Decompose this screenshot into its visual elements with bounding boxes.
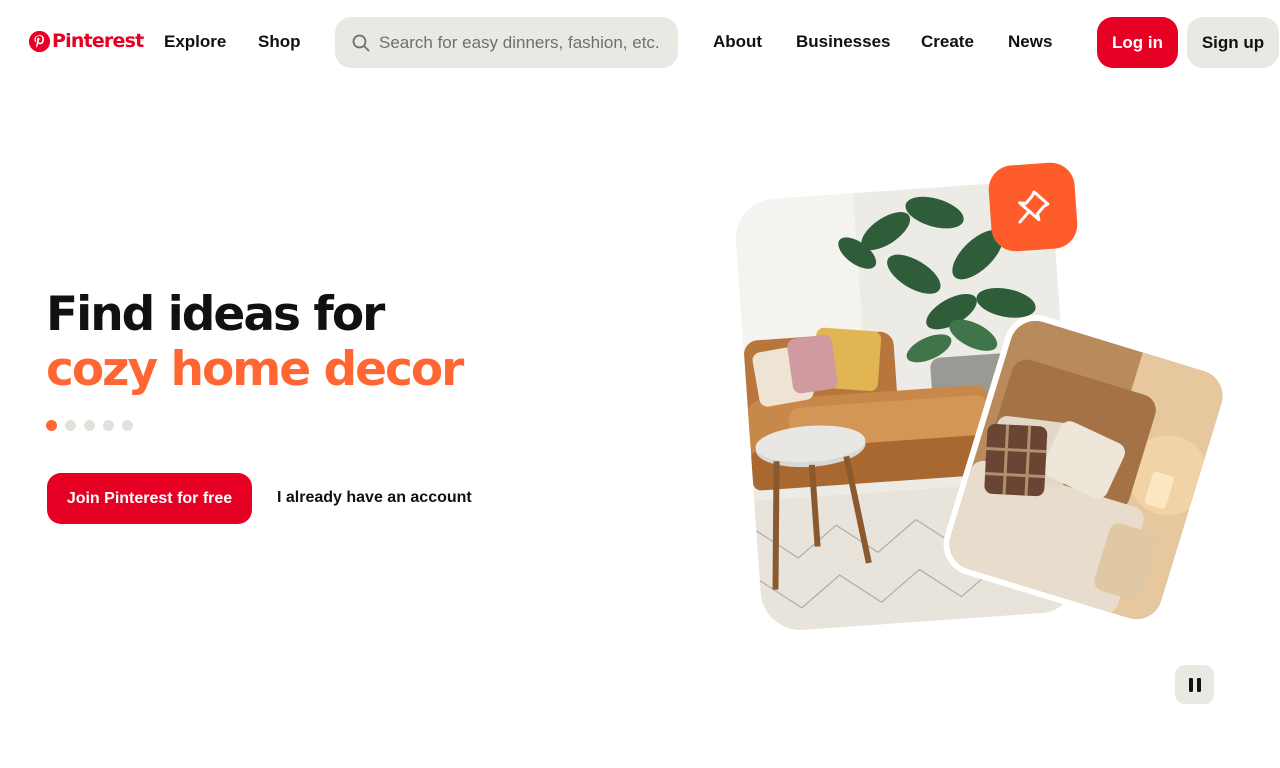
login-button[interactable]: Log in: [1097, 17, 1178, 68]
search-input[interactable]: [379, 30, 659, 55]
logo-wordmark: Pinterest: [52, 30, 144, 52]
pause-button[interactable]: [1175, 665, 1214, 704]
join-button[interactable]: Join Pinterest for free: [47, 473, 252, 524]
headline-line-1: Find ideas for: [46, 287, 385, 342]
hero-headline: Find ideas for cozy home decor: [46, 287, 464, 397]
carousel-dot[interactable]: [84, 420, 95, 431]
nav-about[interactable]: About: [713, 32, 762, 52]
nav-create[interactable]: Create: [921, 32, 974, 52]
pause-icon: [1188, 677, 1202, 693]
nav-news[interactable]: News: [1008, 32, 1052, 52]
nav-shop[interactable]: Shop: [258, 32, 301, 52]
pushpin-icon: [987, 161, 1079, 253]
top-nav: Pinterest Explore Shop About Businesses …: [0, 0, 1280, 84]
nav-businesses[interactable]: Businesses: [796, 32, 891, 52]
existing-account-link[interactable]: I already have an account: [277, 489, 472, 507]
search-icon: [352, 34, 370, 52]
nav-explore[interactable]: Explore: [164, 32, 226, 52]
carousel-dot[interactable]: [122, 420, 133, 431]
headline-line-2: cozy home decor: [46, 342, 464, 397]
carousel-dot[interactable]: [46, 420, 57, 431]
pinterest-logo-icon: [29, 30, 50, 52]
signup-button[interactable]: Sign up: [1187, 17, 1279, 68]
carousel-dot[interactable]: [65, 420, 76, 431]
search-bar[interactable]: [335, 17, 678, 68]
carousel-indicator: [46, 420, 133, 431]
carousel-dot[interactable]: [103, 420, 114, 431]
pinterest-logo[interactable]: Pinterest: [29, 30, 144, 52]
